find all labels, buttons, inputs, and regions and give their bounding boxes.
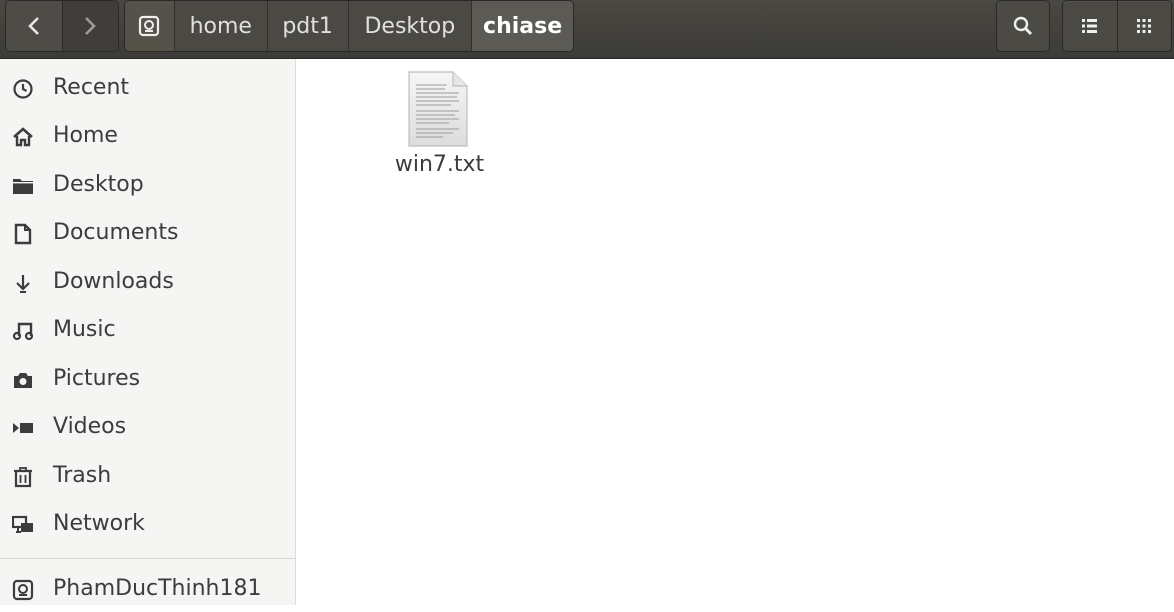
header-bar: home pdt1 Desktop chiase bbox=[0, 0, 1174, 59]
sidebar-item-trash[interactable]: Trash bbox=[0, 455, 295, 499]
sidebar-item-label: Home bbox=[53, 123, 118, 148]
forward-button[interactable] bbox=[62, 1, 118, 51]
sidebar-item-label: Pictures bbox=[53, 366, 141, 391]
music-icon bbox=[11, 319, 35, 343]
sidebar-item-recent[interactable]: Recent bbox=[0, 67, 295, 111]
sidebar-item-music[interactable]: Music bbox=[0, 309, 295, 353]
sidebar-item-label: Music bbox=[53, 317, 116, 342]
path-bar: home pdt1 Desktop chiase bbox=[124, 0, 574, 52]
sidebar-item-pictures[interactable]: Pictures bbox=[0, 358, 295, 402]
sidebar-item-label: Recent bbox=[53, 75, 130, 100]
sidebar-item-drive[interactable]: PhamDucThinh181 bbox=[0, 568, 295, 612]
trash-icon bbox=[11, 465, 35, 489]
sidebar-item-label: Downloads bbox=[53, 269, 174, 294]
sidebar-item-label: PhamDucThinh181 bbox=[53, 576, 262, 601]
sidebar-item-network[interactable]: Network bbox=[0, 503, 295, 547]
video-icon bbox=[11, 416, 35, 440]
list-view-button[interactable] bbox=[1063, 1, 1118, 51]
clock-icon bbox=[11, 77, 35, 101]
chevron-right-icon bbox=[85, 17, 97, 35]
sidebar-item-label: Documents bbox=[53, 220, 179, 245]
text-file-icon bbox=[408, 71, 468, 147]
chevron-left-icon bbox=[27, 17, 39, 35]
sidebar: Recent Home Desktop Documents Downloads … bbox=[0, 59, 296, 605]
folder-icon bbox=[11, 174, 35, 198]
sidebar-item-label: Desktop bbox=[53, 172, 144, 197]
sidebar-item-home[interactable]: Home bbox=[0, 115, 295, 159]
home-icon bbox=[11, 125, 35, 149]
grid-view-icon bbox=[1137, 19, 1152, 33]
list-view-icon bbox=[1081, 19, 1097, 33]
view-options-button[interactable] bbox=[1118, 1, 1172, 51]
sidebar-item-label: Trash bbox=[53, 463, 112, 488]
breadcrumb-pdt1[interactable]: pdt1 bbox=[267, 1, 349, 51]
breadcrumb-desktop[interactable]: Desktop bbox=[348, 1, 473, 51]
back-button[interactable] bbox=[6, 1, 63, 51]
drive-icon bbox=[11, 578, 35, 602]
search-icon bbox=[1013, 16, 1033, 36]
sidebar-item-label: Videos bbox=[53, 414, 127, 439]
breadcrumb-current[interactable]: chiase bbox=[472, 1, 573, 51]
drive-icon bbox=[139, 15, 160, 37]
sidebar-item-documents[interactable]: Documents bbox=[0, 212, 295, 256]
sidebar-separator bbox=[0, 558, 295, 559]
breadcrumb-home[interactable]: home bbox=[174, 1, 268, 51]
document-icon bbox=[11, 222, 35, 246]
sidebar-item-desktop[interactable]: Desktop bbox=[0, 164, 295, 208]
view-buttons bbox=[1062, 0, 1172, 52]
file-item[interactable]: win7.txt bbox=[382, 69, 497, 189]
network-icon bbox=[11, 513, 35, 537]
camera-icon bbox=[11, 368, 35, 392]
sidebar-item-downloads[interactable]: Downloads bbox=[0, 261, 295, 305]
navigation-buttons bbox=[5, 0, 119, 52]
breadcrumb-root-drive[interactable] bbox=[125, 1, 175, 51]
file-name: win7.txt bbox=[394, 152, 485, 177]
sidebar-item-videos[interactable]: Videos bbox=[0, 406, 295, 450]
sidebar-item-label: Network bbox=[53, 511, 145, 536]
search-button[interactable] bbox=[996, 0, 1050, 52]
file-view: win7.txt bbox=[296, 59, 1174, 605]
download-icon bbox=[11, 271, 35, 295]
